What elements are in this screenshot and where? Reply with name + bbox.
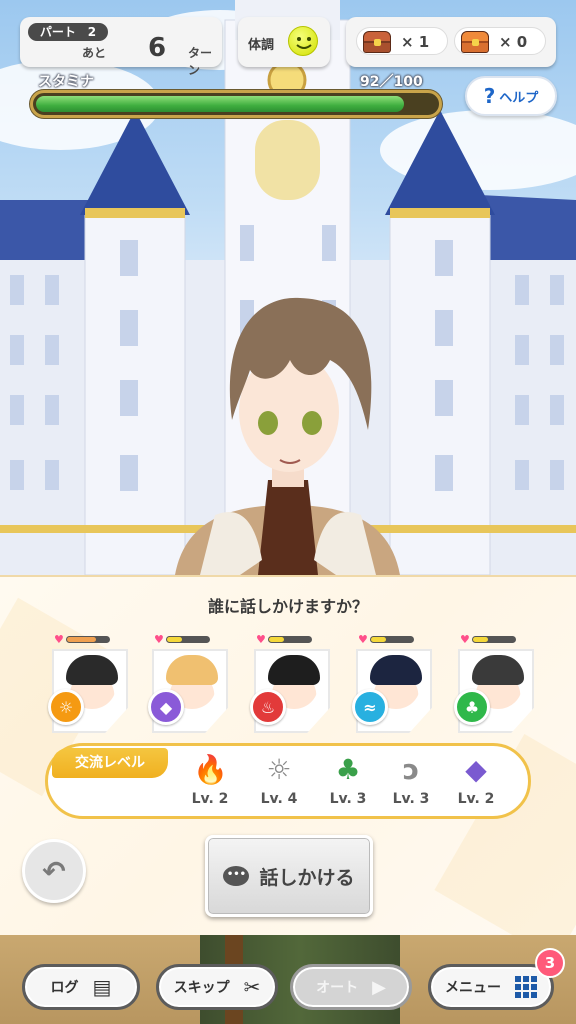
affinity-fill <box>473 637 488 642</box>
help-label: ヘルプ <box>499 90 539 106</box>
red-chest-count: × 1 <box>401 33 430 51</box>
heart-icon: ♥ <box>460 633 470 646</box>
clover-icon: ♣ <box>454 689 490 725</box>
turn-suffix: ターン <box>188 46 213 77</box>
wind-icon: ↄ <box>402 753 420 786</box>
turn-counter: パート 2 あと 6 ターン <box>20 17 222 77</box>
help-button[interactable]: ? ヘルプ <box>465 76 557 116</box>
gold-chest-icon <box>461 31 489 53</box>
grid-icon <box>515 976 537 998</box>
level-value: Lv. 2 <box>191 791 229 807</box>
affinity-bar <box>66 636 110 643</box>
dialog-panel: 誰に話しかけますか？ ♥ ☼ ♥ ◆ ♥ ♨ ♥ ≈ ♥ ♣ 交流レベル 🔥 Lv. 2 ☼ Lv. 4… <box>0 575 576 960</box>
part-label: パート <box>39 25 76 39</box>
level-value: Lv. 2 <box>457 791 495 807</box>
question-text: 誰に話しかけますか？ <box>207 597 368 616</box>
back-arrow-icon: ↶ <box>42 854 66 888</box>
level-item: 🔥 Lv. 2 <box>180 753 240 807</box>
flame-icon: 🔥 <box>193 753 228 786</box>
wind-icon: ≈ <box>352 689 388 725</box>
talk-button[interactable]: ••• 話しかける <box>205 835 373 917</box>
smile-face-icon <box>288 26 318 56</box>
affinity-bar <box>268 636 312 643</box>
back-button[interactable]: ↶ <box>22 839 86 903</box>
diamond-icon: ◆ <box>148 689 184 725</box>
chest-counter: × 1 × 0 <box>346 17 556 67</box>
level-value: Lv. 4 <box>260 791 298 807</box>
heart-icon: ♥ <box>256 633 266 646</box>
diamond-icon: ◆ <box>465 753 487 786</box>
heart-icon: ♥ <box>358 633 368 646</box>
affinity-bar <box>370 636 414 643</box>
menu-label: メニュー <box>445 980 501 996</box>
sun-icon: ☼ <box>266 753 292 786</box>
question-icon: ? <box>483 84 496 108</box>
level-item: ☼ Lv. 4 <box>249 753 309 807</box>
auto-button[interactable]: オート ▶ <box>290 964 412 1010</box>
character-card[interactable]: ♥ ◆ <box>148 633 228 733</box>
level-item: ♣ Lv. 3 <box>318 753 378 807</box>
auto-label: オート <box>316 980 359 996</box>
character-card[interactable]: ♥ ≈ <box>352 633 432 733</box>
heart-icon: ♥ <box>54 633 64 646</box>
stamina-value: 92／100 <box>360 74 423 90</box>
clover-icon: ♣ <box>335 753 361 786</box>
remaining-turns: 6 <box>148 33 167 63</box>
level-value: Lv. 3 <box>392 791 430 807</box>
talk-button-label: 話しかける <box>259 866 355 889</box>
log-button[interactable]: ログ ▤ <box>22 964 140 1010</box>
level-item: ↄ Lv. 3 <box>381 753 441 807</box>
remaining-prefix: あと <box>82 46 107 60</box>
gold-chest-pill: × 0 <box>454 27 546 55</box>
menu-notification-badge: 3 <box>535 948 565 978</box>
condition-label: 体調 <box>248 38 275 53</box>
sun-icon: ☼ <box>48 689 84 725</box>
skip-label: スキップ <box>173 980 230 996</box>
character-card[interactable]: ♥ ♣ <box>454 633 534 733</box>
affinity-bar <box>166 636 210 643</box>
scissors-icon: ✂ <box>243 975 261 999</box>
affinity-bar <box>472 636 516 643</box>
play-icon: ▶ <box>372 976 386 998</box>
speech-bubble-icon: ••• <box>223 866 250 886</box>
heart-icon: ♥ <box>154 633 164 646</box>
red-chest-pill: × 1 <box>356 27 448 55</box>
part-number: 2 <box>87 25 97 39</box>
stamina-label: スタミナ <box>38 74 94 90</box>
affinity-fill <box>67 637 97 642</box>
level-item: ◆ Lv. 2 <box>446 753 506 807</box>
log-icon: ▤ <box>92 975 112 999</box>
part-badge: パート 2 <box>28 23 108 41</box>
gold-chest-count: × 0 <box>499 33 528 51</box>
stamina-fill <box>36 96 404 112</box>
red-chest-icon <box>363 31 391 53</box>
level-value: Lv. 3 <box>329 791 367 807</box>
skip-button[interactable]: スキップ ✂ <box>156 964 278 1010</box>
affinity-fill <box>269 637 284 642</box>
menu-button[interactable]: メニュー <box>428 964 554 1010</box>
condition-indicator: 体調 <box>238 17 330 67</box>
log-label: ログ <box>50 980 79 996</box>
affinity-fill <box>167 637 182 642</box>
character-card[interactable]: ♥ ♨ <box>250 633 330 733</box>
affinity-fill <box>371 637 386 642</box>
exchange-level-tag: 交流レベル <box>52 748 168 778</box>
stamina-bar <box>30 90 442 118</box>
character-card[interactable]: ♥ ☼ <box>48 633 128 733</box>
flame-icon: ♨ <box>250 689 286 725</box>
